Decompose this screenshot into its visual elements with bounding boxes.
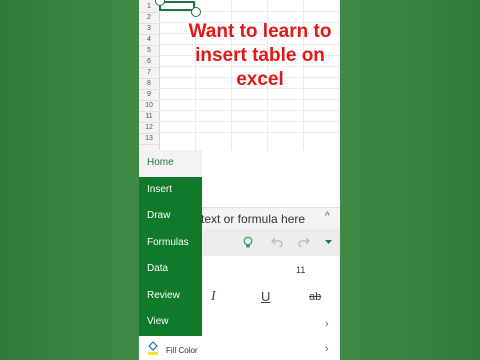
paint-bucket-icon (148, 341, 158, 355)
ribbon-tab-menu: Home Insert Draw Formulas Data Review Vi… (139, 150, 202, 336)
tab-formulas[interactable]: Formulas (139, 229, 202, 256)
chevron-up-icon[interactable]: ^ (325, 211, 330, 222)
dropdown-caret-icon[interactable] (325, 240, 332, 245)
background-left (0, 0, 139, 360)
strikethrough-button[interactable]: ab (309, 291, 321, 303)
headline: Want to learn to insert table on excel (160, 20, 360, 92)
underline-button[interactable]: U (261, 289, 270, 304)
background-right (340, 0, 480, 360)
tab-view[interactable]: View (139, 309, 202, 336)
gridline (159, 110, 340, 111)
lightbulb-icon[interactable] (243, 236, 253, 249)
tab-home[interactable]: Home (139, 150, 202, 177)
undo-icon[interactable] (271, 237, 283, 247)
italic-button[interactable]: I (211, 289, 216, 305)
selection-handle[interactable] (191, 7, 201, 17)
chevron-right-icon[interactable]: › (325, 343, 329, 355)
font-size-value[interactable]: 11 (296, 265, 305, 275)
tab-insert[interactable]: Insert (139, 176, 202, 203)
tab-draw[interactable]: Draw (139, 203, 202, 230)
gridline (159, 11, 340, 12)
row-number[interactable]: 13 (139, 133, 159, 145)
gridline (159, 99, 340, 100)
gridline (159, 132, 340, 133)
redo-icon[interactable] (298, 237, 310, 247)
formula-placeholder: text or formula here (201, 212, 306, 226)
tab-review[interactable]: Review (139, 282, 202, 309)
tab-data[interactable]: Data (139, 256, 202, 283)
chevron-right-icon[interactable]: › (325, 318, 329, 330)
headline-line: Want to learn to (188, 21, 332, 42)
headline-line: excel (236, 69, 284, 90)
headline-line: insert table on (195, 45, 325, 66)
row-header: 1 2 3 4 5 6 7 8 9 10 11 12 13 (139, 0, 160, 150)
gridline (159, 121, 340, 122)
fill-color-label[interactable]: Fill Color (166, 346, 198, 355)
